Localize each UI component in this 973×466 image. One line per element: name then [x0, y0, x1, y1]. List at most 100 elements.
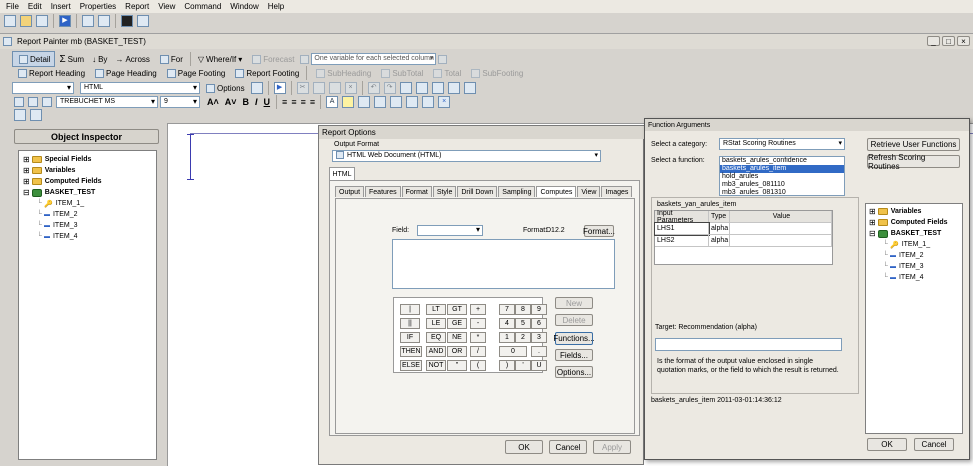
delete-button[interactable]: Delete: [555, 314, 593, 326]
menu-command[interactable]: Command: [184, 2, 221, 11]
calc-key[interactable]: ': [515, 360, 531, 371]
page-heading-button[interactable]: Page Heading: [89, 65, 161, 81]
function-list-item[interactable]: baskets_arules_item: [720, 165, 844, 173]
inspector-tree-node[interactable]: └ ▬ ITEM_2: [23, 209, 156, 220]
comment-icon[interactable]: [438, 54, 448, 64]
border-icon[interactable]: [374, 96, 387, 108]
fields-tree-node[interactable]: ⊞ Variables: [869, 206, 962, 217]
new-button[interactable]: New: [555, 297, 593, 309]
calc-key[interactable]: *: [470, 332, 486, 343]
menu-view[interactable]: View: [158, 2, 175, 11]
inspector-tree-node[interactable]: ⊟ BASKET_TEST: [23, 187, 156, 198]
align-center-icon[interactable]: ≡: [291, 97, 296, 107]
param-value[interactable]: [730, 223, 832, 235]
menu-window[interactable]: Window: [230, 2, 258, 11]
image-icon[interactable]: [415, 82, 428, 94]
calc-key[interactable]: OR: [447, 346, 467, 357]
column-icon[interactable]: [300, 54, 310, 64]
inspector-tree-node[interactable]: └ ▬ ITEM_3: [23, 220, 156, 231]
category-dropdown[interactable]: RStat Scoring Routines ▾: [719, 138, 845, 150]
inspector-tree-node[interactable]: └ ▬ ITEM_4: [23, 231, 156, 242]
align-left-icon[interactable]: ≡: [282, 97, 287, 107]
calc-key[interactable]: 0: [499, 346, 527, 357]
field-dropdown[interactable]: ▾: [417, 225, 483, 236]
column-variable-select[interactable]: One variable for each selected column ▾: [311, 53, 437, 65]
report-options-ok-button[interactable]: OK: [505, 440, 543, 454]
grow-font-icon[interactable]: A˄: [207, 97, 219, 107]
align-right-icon[interactable]: ≡: [301, 97, 306, 107]
sort-icon[interactable]: [422, 96, 435, 108]
param-row[interactable]: LHS1 alpha: [654, 222, 832, 236]
inspector-tree-node[interactable]: └ 🔑 ITEM_1_: [23, 198, 156, 209]
web-icon[interactable]: [399, 82, 412, 94]
edit-icon[interactable]: [36, 14, 48, 27]
inspector-tree-node[interactable]: ⊞ Computed Fields: [23, 176, 156, 187]
calc-key[interactable]: 7: [499, 304, 515, 315]
calc-key[interactable]: /: [470, 346, 486, 357]
calc-key[interactable]: 8: [515, 304, 531, 315]
fill-color-icon[interactable]: [342, 96, 355, 108]
calc-key[interactable]: IF: [400, 332, 420, 343]
view-mode-2-icon[interactable]: [28, 97, 38, 107]
minimize-button[interactable]: _: [927, 36, 940, 46]
output-format-dropdown[interactable]: HTML Web Document (HTML) ▾: [332, 150, 601, 162]
table-icon[interactable]: [431, 82, 444, 94]
underline-icon[interactable]: U: [264, 97, 271, 107]
calc-key[interactable]: 1: [499, 332, 515, 343]
calc-key[interactable]: THEN: [400, 346, 422, 357]
menu-file[interactable]: File: [6, 2, 19, 11]
expand-icon[interactable]: ⊞: [23, 177, 30, 186]
tile-icon[interactable]: [137, 14, 149, 27]
redo-icon[interactable]: ↷: [383, 82, 396, 94]
layout-icon[interactable]: [463, 82, 476, 94]
target-input[interactable]: [655, 338, 842, 351]
tab-output[interactable]: Output: [335, 186, 365, 197]
tab-sampling[interactable]: Sampling: [498, 186, 536, 197]
shrink-font-icon[interactable]: A˅: [225, 97, 237, 107]
bold-icon[interactable]: B: [243, 97, 250, 107]
run-icon[interactable]: ▶: [59, 14, 71, 27]
tab-style[interactable]: Style: [432, 186, 457, 197]
calc-key[interactable]: -: [470, 318, 486, 329]
calc-key[interactable]: (: [470, 360, 486, 371]
expand-icon[interactable]: ⊞: [23, 155, 30, 164]
fields-tree-node[interactable]: ⊟ BASKET_TEST: [869, 228, 962, 239]
options-dialog-button[interactable]: Options...: [555, 366, 593, 378]
calc-key[interactable]: ||: [400, 318, 420, 329]
font-size-select[interactable]: 9 ▾: [160, 96, 200, 108]
cut-icon[interactable]: ✂: [296, 82, 309, 94]
window-icon[interactable]: [121, 14, 133, 27]
report-footing-button[interactable]: Report Footing: [229, 65, 303, 81]
function-arguments-cancel-button[interactable]: Cancel: [914, 438, 954, 451]
close-button[interactable]: ×: [957, 36, 970, 46]
report-options-cancel-button[interactable]: Cancel: [549, 440, 587, 454]
expand-icon[interactable]: ⊞: [869, 207, 876, 216]
calc-key[interactable]: NOT: [426, 360, 446, 371]
inspector-tree-node[interactable]: ⊞ Special Fields: [23, 154, 156, 165]
font-color-icon[interactable]: A: [326, 96, 339, 108]
calc-key[interactable]: U: [531, 360, 547, 371]
compute-expression-area[interactable]: [392, 239, 615, 289]
calc-key[interactable]: |: [400, 304, 420, 315]
subtotal-button[interactable]: SubTotal: [375, 65, 427, 81]
output-format-select[interactable]: HTML ▾: [80, 82, 200, 94]
format-button[interactable]: Format...: [583, 225, 615, 237]
function-list-item[interactable]: baskets_arules_confidence: [720, 157, 844, 165]
calc-key[interactable]: 6: [531, 318, 547, 329]
function-list-item[interactable]: mb3_arules_081310: [720, 189, 844, 195]
style-icon[interactable]: [358, 96, 371, 108]
calc-key[interactable]: GT: [447, 304, 467, 315]
param-value[interactable]: [730, 235, 832, 247]
calc-key[interactable]: .: [531, 346, 547, 357]
tab-view[interactable]: View: [577, 186, 601, 197]
fields-tree-node[interactable]: └ ▬ ITEM_3: [869, 261, 962, 272]
inspector-icon[interactable]: [14, 109, 26, 121]
justify-icon[interactable]: ≡: [310, 97, 315, 107]
drill-icon[interactable]: [406, 96, 419, 108]
calc-key[interactable]: LT: [426, 304, 446, 315]
calc-key[interactable]: EQ: [426, 332, 446, 343]
param-row[interactable]: LHS2 alpha: [655, 235, 832, 247]
conditional-icon[interactable]: [390, 96, 403, 108]
calc-key[interactable]: GE: [447, 318, 467, 329]
menu-edit[interactable]: Edit: [28, 2, 42, 11]
